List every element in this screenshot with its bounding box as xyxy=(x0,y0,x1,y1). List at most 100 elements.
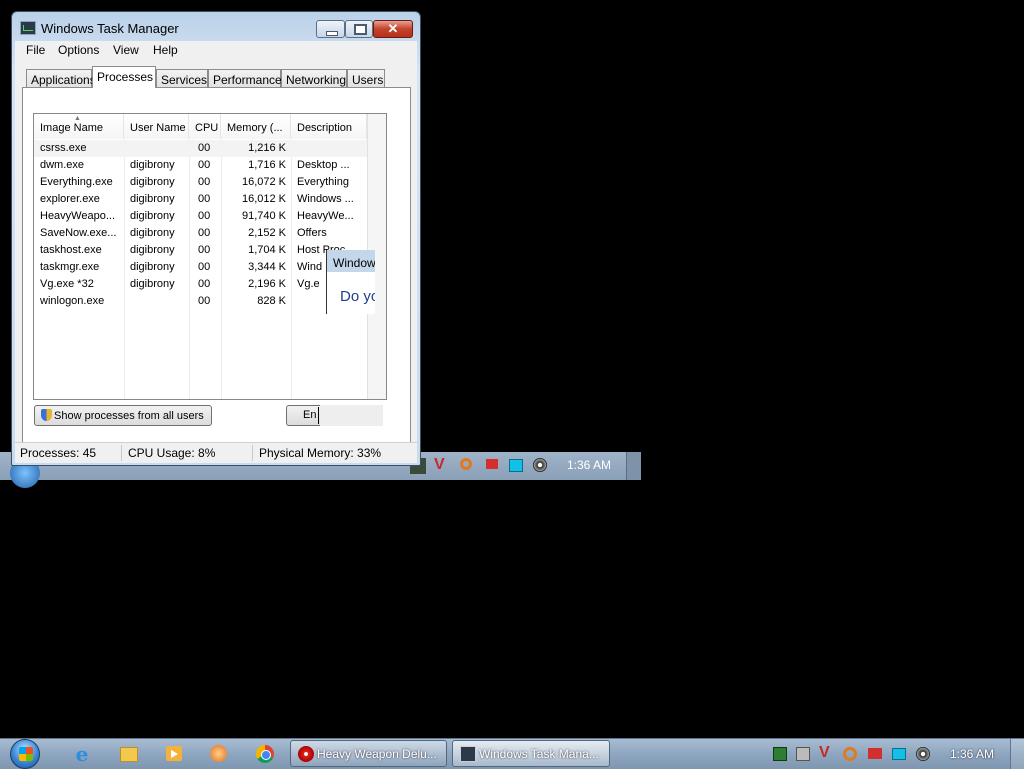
title-bar[interactable]: Windows Task Manager ✕ xyxy=(12,12,420,42)
tray-v-icon[interactable]: V xyxy=(819,744,833,761)
heavy-weapon-icon xyxy=(298,746,314,762)
ghost-dialog: Window Do yo xyxy=(326,250,375,314)
minimize-icon xyxy=(326,31,338,36)
ghost-flag-icon xyxy=(486,459,498,469)
cell-memory: 91,740 K xyxy=(241,210,286,222)
maximize-button[interactable] xyxy=(345,20,373,38)
cell-image-name: dwm.exe xyxy=(40,159,85,171)
tray-flag-icon[interactable] xyxy=(868,748,882,759)
cell-cpu: 00 xyxy=(198,176,211,188)
end-process-button-ghost xyxy=(320,405,383,426)
cell-image-name: taskmgr.exe xyxy=(40,261,100,273)
cell-memory: 2,152 K xyxy=(248,227,286,239)
cell-user-name: digibrony xyxy=(130,159,175,171)
ghost-search-icon xyxy=(460,458,472,470)
ghost-monitor-icon xyxy=(509,459,523,472)
menu-file[interactable]: File xyxy=(26,43,45,57)
game-app-icon[interactable] xyxy=(198,742,238,766)
cell-cpu: 00 xyxy=(198,193,211,205)
status-physical-memory: Physical Memory: 33% xyxy=(259,446,382,460)
media-player-icon[interactable] xyxy=(154,742,194,766)
menu-bar: File Options View Help xyxy=(15,41,417,61)
cell-cpu: 00 xyxy=(198,261,211,273)
tray-tool-icon[interactable] xyxy=(796,747,810,761)
window-title: Windows Task Manager xyxy=(41,21,179,36)
ghost-v-icon: V xyxy=(434,456,445,473)
cell-image-name: taskhost.exe xyxy=(40,244,102,256)
folder-icon[interactable] xyxy=(108,742,148,766)
cell-description: Desktop ... xyxy=(297,159,350,171)
cell-image-name: Vg.exe *32 xyxy=(40,278,94,290)
show-desktop-button[interactable] xyxy=(1010,739,1024,769)
windows-logo-icon xyxy=(19,747,33,761)
minimize-button[interactable] xyxy=(316,20,345,38)
column-user-name[interactable]: User Name xyxy=(124,114,189,139)
tab-applications[interactable]: Applications xyxy=(26,69,96,87)
column-memory[interactable]: Memory (... xyxy=(221,114,291,139)
cell-image-name: HeavyWeapo... xyxy=(40,210,116,222)
cell-image-name: Everything.exe xyxy=(40,176,113,188)
cell-user-name: digibrony xyxy=(130,261,175,273)
table-row[interactable]: Everything.exe digibrony 00 16,072 K Everyth… xyxy=(34,174,386,191)
ghost-dialog-text: Do yo xyxy=(340,288,375,305)
internet-explorer-icon[interactable]: e xyxy=(62,742,102,766)
show-all-processes-label: Show processes from all users xyxy=(54,410,204,422)
start-button[interactable] xyxy=(6,739,46,769)
menu-view[interactable]: View xyxy=(113,43,139,57)
cell-user-name: digibrony xyxy=(130,193,175,205)
tray-network-icon[interactable] xyxy=(892,748,906,760)
status-processes: Processes: 45 xyxy=(20,446,97,460)
tab-services[interactable]: Services xyxy=(156,69,208,87)
table-row[interactable]: explorer.exe digibrony 00 16,012 K Windows .… xyxy=(34,191,386,208)
cell-image-name: explorer.exe xyxy=(40,193,100,205)
close-button[interactable]: ✕ xyxy=(373,20,413,38)
tray-search-icon[interactable] xyxy=(843,747,857,761)
cell-image-name: csrss.exe xyxy=(40,142,87,154)
table-row[interactable]: SaveNow.exe... digibrony 00 2,152 K Offers xyxy=(34,225,386,242)
cell-memory: 828 K xyxy=(257,295,286,307)
cell-memory: 16,012 K xyxy=(241,193,286,205)
cell-user-name: digibrony xyxy=(130,227,175,239)
uac-shield-icon xyxy=(41,409,52,421)
tab-processes[interactable]: Processes xyxy=(92,66,156,88)
table-row[interactable]: dwm.exe digibrony 00 1,716 K Desktop ... xyxy=(34,157,386,174)
task-manager-icon xyxy=(20,21,36,35)
ghost-clock: 1:36 AM xyxy=(567,458,612,472)
column-image-name[interactable]: ▲ Image Name xyxy=(34,114,124,139)
table-row[interactable]: HeavyWeapo... digibrony 00 91,740 K HeavyWe.… xyxy=(34,208,386,225)
cell-memory: 1,716 K xyxy=(248,159,286,171)
column-description[interactable]: Description xyxy=(291,114,367,139)
maximize-icon xyxy=(354,24,367,35)
column-cpu[interactable]: CPU xyxy=(189,114,221,139)
cell-image-name: winlogon.exe xyxy=(40,295,105,307)
tray-speaker-icon[interactable] xyxy=(916,747,930,761)
cell-memory: 2,196 K xyxy=(248,278,286,290)
taskbar-clock[interactable]: 1:36 AM xyxy=(950,747,994,761)
cell-image-name: SaveNow.exe... xyxy=(40,227,117,239)
start-orb xyxy=(10,739,40,769)
status-divider xyxy=(252,445,253,461)
taskbar-heavy-weapon[interactable]: Heavy Weapon Delu... xyxy=(290,740,447,767)
cell-memory: 1,704 K xyxy=(248,244,286,256)
cell-user-name: digibrony xyxy=(130,176,175,188)
cell-memory: 3,344 K xyxy=(248,261,286,273)
ghost-edge xyxy=(318,407,319,424)
cell-cpu: 00 xyxy=(198,159,211,171)
taskbar-task-manager[interactable]: Windows Task Mana... xyxy=(452,740,610,767)
menu-help[interactable]: Help xyxy=(153,43,178,57)
tab-performance[interactable]: Performance xyxy=(208,69,282,87)
tray-green-icon[interactable] xyxy=(773,747,787,761)
cell-user-name: digibrony xyxy=(130,278,175,290)
cell-description: Everything xyxy=(297,176,349,188)
cell-cpu: 00 xyxy=(198,278,211,290)
tab-networking[interactable]: Networking xyxy=(281,69,347,87)
chrome-icon[interactable] xyxy=(245,742,285,766)
show-all-processes-button[interactable]: Show processes from all users xyxy=(34,405,212,426)
cell-user-name: digibrony xyxy=(130,244,175,256)
end-process-button[interactable]: En xyxy=(286,405,320,426)
sort-ascending-icon: ▲ xyxy=(74,115,81,122)
tab-users[interactable]: Users xyxy=(347,69,385,87)
menu-options[interactable]: Options xyxy=(58,43,99,57)
ghost-show-desktop xyxy=(626,452,641,480)
table-row[interactable]: csrss.exe 00 1,216 K xyxy=(34,140,386,157)
